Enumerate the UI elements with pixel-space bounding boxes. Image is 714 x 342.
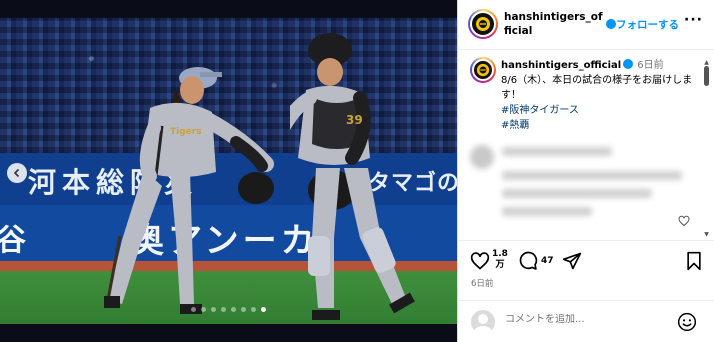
caption-section: hanshintigers_official 6日前 8/6（木）、本日の試合の様… — [458, 50, 714, 240]
svg-text:39: 39 — [346, 113, 363, 127]
chevron-left-icon — [13, 168, 20, 178]
post-sidebar: hanshintigers_official フォローする ··· hanshi… — [457, 0, 714, 342]
like-count[interactable]: 1.8 万 — [492, 249, 508, 271]
bookmark-icon[interactable] — [685, 251, 703, 271]
post-photo: 河本総防災 タマゴの 谷 奥アンーカ Tigers 39 — [0, 18, 457, 324]
user-silhouette-icon — [474, 314, 492, 334]
wall-text-left: 谷 — [0, 223, 26, 258]
hashtag-link[interactable]: #阪神タイガース — [501, 103, 701, 118]
post-media[interactable]: 河本総防災 タマゴの 谷 奥アンーカ Tigers 39 — [0, 0, 457, 342]
scroll-down-icon[interactable]: ▼ — [703, 232, 710, 238]
caption-scrollbar[interactable]: ▲ ▼ — [703, 60, 710, 240]
carousel-dot[interactable] — [191, 307, 196, 312]
caption-username[interactable]: hanshintigers_official — [501, 60, 621, 71]
post-header: hanshintigers_official フォローする ··· — [458, 0, 714, 50]
header-username[interactable]: hanshintigers_official — [504, 10, 604, 38]
caption-time[interactable]: 6日前 — [637, 60, 663, 71]
hashtag-link[interactable]: #熱覇 — [501, 118, 701, 133]
scroll-up-icon[interactable]: ▲ — [703, 60, 710, 66]
carousel-dot[interactable] — [241, 307, 246, 312]
comment-bar — [458, 300, 714, 342]
comment-count[interactable]: 47 — [541, 256, 554, 266]
caption-body: hanshintigers_official 6日前 8/6（木）、本日の試合の様… — [501, 58, 701, 133]
carousel-dots — [0, 307, 457, 312]
scroll-thumb[interactable] — [704, 66, 709, 86]
carousel-dot[interactable] — [251, 307, 256, 312]
svg-text:Tigers: Tigers — [170, 127, 202, 137]
carousel-prev-button[interactable] — [7, 163, 27, 183]
comment-input[interactable] — [505, 314, 655, 325]
action-bar: 1.8 万 47 6日前 — [458, 240, 714, 295]
carousel-dot[interactable] — [231, 307, 236, 312]
caption-text: 8/6（木）、本日の試合の様子をお届けします！ — [501, 75, 693, 101]
carousel-dot[interactable] — [201, 307, 206, 312]
follow-label[interactable]: フォローする — [616, 19, 679, 31]
carousel-dot-active[interactable] — [261, 307, 266, 312]
heart-icon[interactable] — [470, 251, 490, 271]
comment-icon[interactable] — [518, 251, 538, 271]
verified-icon — [623, 59, 634, 69]
caption-avatar[interactable] — [470, 57, 496, 83]
like-count-number: 1.8 — [492, 249, 508, 259]
profile-avatar[interactable] — [468, 9, 498, 39]
tigers-logo-icon — [476, 17, 490, 31]
smile-icon[interactable] — [677, 312, 697, 332]
follow-button[interactable]: フォローする — [604, 17, 679, 32]
carousel-dot[interactable] — [221, 307, 226, 312]
post-date[interactable]: 6日前 — [471, 277, 493, 289]
blurred-comment — [470, 145, 705, 225]
like-count-unit: 万 — [495, 260, 505, 270]
tigers-logo-icon — [476, 63, 490, 77]
carousel-dot[interactable] — [211, 307, 216, 312]
verified-icon — [606, 19, 616, 29]
share-icon[interactable] — [562, 251, 582, 271]
current-user-avatar — [471, 310, 495, 334]
pitcher-figure: Tigers — [104, 67, 274, 314]
more-options-button[interactable]: ··· — [684, 12, 703, 28]
catcher-figure: 39 — [290, 33, 415, 320]
comment-like-icon[interactable] — [678, 215, 690, 227]
